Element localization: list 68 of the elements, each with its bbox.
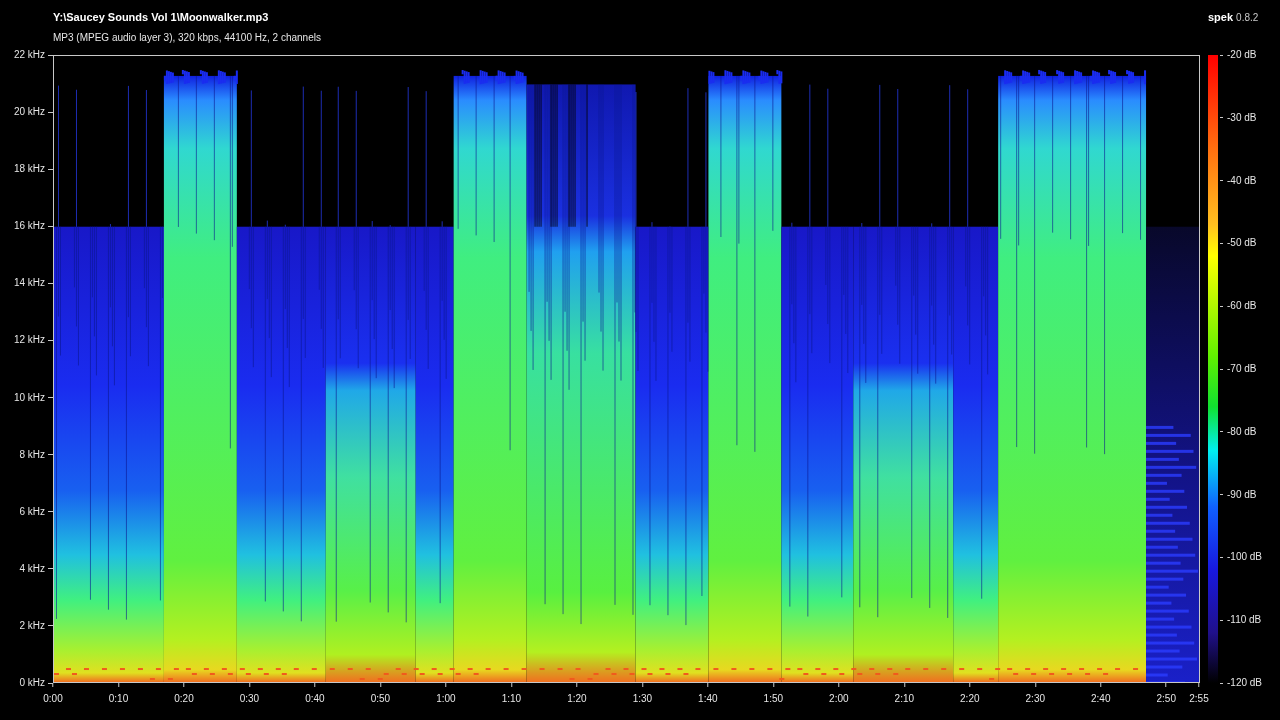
time-axis-label: 2:20: [960, 693, 980, 705]
level-scale-label: -40 dB: [1227, 174, 1257, 187]
level-scale-label: -70 dB: [1227, 363, 1257, 375]
time-axis-label: 1:10: [501, 693, 522, 705]
time-axis-label: 1:20: [567, 693, 587, 705]
frequency-axis-label: 18 kHz: [13, 163, 45, 176]
tick-mark: [48, 625, 53, 627]
level-scale-label: -20 dB: [1227, 49, 1257, 61]
frequency-axis-label: 4 kHz: [19, 562, 45, 575]
level-scale-label: -50 dB: [1227, 237, 1257, 250]
tick-mark: [1220, 619, 1223, 621]
time-axis-label: 1:50: [763, 693, 784, 705]
time-axis-label: 2:00: [829, 693, 849, 705]
time-axis-label: 0:10: [108, 693, 129, 705]
time-axis-label: 2:30: [1025, 693, 1045, 705]
tick-mark: [48, 168, 53, 170]
tick-mark: [1220, 305, 1223, 307]
time-axis-label: 0:40: [305, 693, 325, 705]
frequency-axis-label: 6 kHz: [19, 505, 45, 518]
tick-mark: [48, 282, 53, 284]
time-axis-label: 1:00: [436, 693, 456, 705]
level-scale-label: -80 dB: [1227, 425, 1257, 438]
tick-mark: [1220, 682, 1223, 684]
frequency-axis-label: 10 kHz: [13, 391, 45, 404]
time-axis-label: 2:40: [1091, 693, 1111, 705]
tick-mark: [1220, 368, 1223, 370]
tick-mark: [48, 339, 53, 341]
frequency-axis-label: 12 kHz: [13, 334, 45, 347]
time-axis-label: 0:30: [239, 693, 260, 705]
tick-mark: [1220, 180, 1223, 182]
time-axis-label: 2:50: [1156, 693, 1176, 705]
time-axis-label: 2:10: [894, 693, 915, 705]
level-scale-label: -100 dB: [1227, 551, 1263, 564]
tick-mark: [48, 225, 53, 227]
tick-mark: [48, 54, 53, 56]
file-info-text: MP3 (MPEG audio layer 3), 320 kbps, 44100 Hz, 2 channels: [53, 32, 321, 44]
tick-mark: [48, 454, 53, 456]
tick-mark: [48, 568, 53, 570]
frequency-axis-label: 16 kHz: [13, 220, 45, 233]
frequency-axis-label: 20 kHz: [13, 106, 45, 119]
tick-mark: [1220, 242, 1223, 244]
tick-mark: [1220, 117, 1223, 119]
time-axis-label: 0:00: [43, 693, 63, 705]
level-scale-label: -90 dB: [1227, 488, 1257, 501]
frequency-axis-label: 2 kHz: [19, 619, 45, 632]
tick-mark: [1220, 54, 1223, 56]
time-axis-label: 1:30: [632, 693, 653, 705]
time-axis-label: 0:50: [370, 693, 391, 705]
tick-mark: [48, 111, 53, 113]
tick-mark: [1220, 556, 1223, 558]
tick-mark: [1220, 494, 1223, 496]
app-name-text: spek: [1208, 10, 1234, 24]
level-scale-label: -110 dB: [1227, 614, 1262, 627]
time-axis-label: 1:40: [698, 693, 718, 705]
level-scale-label: -120 dB: [1227, 677, 1263, 689]
frequency-axis-label: 22 kHz: [13, 49, 45, 61]
time-axis-label: 2:55: [1189, 693, 1209, 705]
tick-mark: [48, 397, 53, 399]
level-scale-label: -60 dB: [1227, 300, 1257, 313]
file-path-title: Y:\Saucey Sounds Vol 1\Moonwalker.mp3: [53, 10, 269, 24]
level-scale-label: -30 dB: [1227, 111, 1257, 124]
tick-mark: [1220, 431, 1223, 433]
frequency-axis-label: 0 kHz: [19, 677, 45, 689]
time-axis-label: 0:20: [174, 693, 194, 705]
frequency-axis-label: 8 kHz: [19, 448, 45, 461]
frequency-axis-label: 14 kHz: [13, 277, 45, 290]
tick-mark: [48, 511, 53, 513]
app-version-text: 0.8.2: [1236, 11, 1259, 25]
